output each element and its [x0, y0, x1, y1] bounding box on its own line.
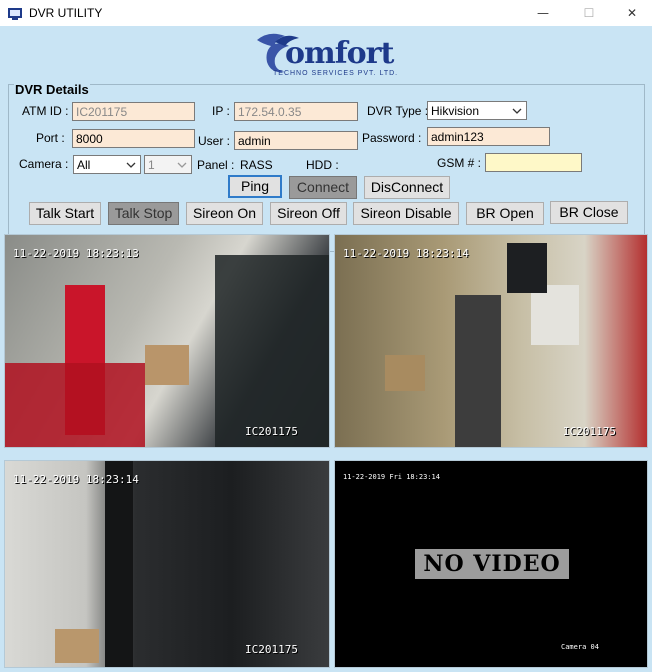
camera-dropdown[interactable]: All — [73, 155, 141, 174]
ping-button[interactable]: Ping — [228, 175, 282, 198]
glass-door-graphic — [215, 255, 329, 447]
minimize-icon: — — [537, 6, 549, 20]
user-label: User : — [198, 134, 231, 148]
cabinet-graphic — [531, 285, 579, 345]
siren-off-button[interactable]: Sireon Off — [270, 202, 347, 225]
atm-id-label: ATM ID : — [22, 104, 69, 118]
video-camera-id: IC201175 — [245, 643, 298, 656]
maximize-icon: ☐ — [583, 6, 595, 20]
chevron-down-icon — [126, 162, 136, 168]
client-area: omfort TECHNO SERVICES PVT. LTD. DVR Det… — [0, 26, 652, 672]
chevron-down-icon — [512, 108, 522, 114]
gsm-label: GSM # : — [437, 156, 482, 170]
dvr-type-dropdown[interactable]: Hikvision — [427, 101, 527, 120]
dvr-type-value: Hikvision — [431, 104, 480, 118]
br-open-button[interactable]: BR Open — [466, 202, 544, 225]
camera-channel-dropdown[interactable]: 1 — [144, 155, 192, 174]
password-label: Password : — [362, 131, 422, 145]
app-icon — [8, 8, 22, 20]
port-field[interactable]: 8000 — [72, 129, 195, 148]
siren-on-button[interactable]: Sireon On — [186, 202, 263, 225]
ip-field[interactable]: 172.54.0.35 — [234, 102, 358, 121]
video-feed-1[interactable]: 11-22-2019 18:23:13 IC201175 — [4, 234, 330, 448]
atm-id-field[interactable]: IC201175 — [72, 102, 195, 121]
hdd-label: HDD : — [306, 158, 339, 172]
talk-stop-button[interactable]: Talk Stop — [108, 202, 179, 225]
window-title: DVR UTILITY — [29, 6, 103, 20]
video-timestamp: 11-22-2019 Fri 18:23:14 — [343, 473, 440, 481]
video-timestamp: 11-22-2019 18:23:14 — [343, 247, 469, 260]
connect-button[interactable]: Connect — [289, 176, 357, 199]
video-camera-label: Camera 04 — [561, 643, 599, 651]
panel-value: RASS — [240, 158, 273, 172]
user-field[interactable]: admin — [234, 131, 358, 150]
video-feed-4[interactable]: 11-22-2019 Fri 18:23:14 NO VIDEO Camera … — [334, 460, 648, 668]
logo-brand-text: omfort — [285, 36, 394, 71]
box-graphic — [145, 345, 189, 385]
video-timestamp: 11-22-2019 18:23:14 — [13, 473, 139, 486]
port-label: Port : — [36, 131, 65, 145]
br-close-button[interactable]: BR Close — [550, 201, 628, 224]
door-frame-graphic — [105, 461, 133, 667]
minimize-button[interactable]: — — [520, 0, 566, 26]
panel-label: Panel : — [197, 158, 235, 172]
logo-tagline: TECHNO SERVICES PVT. LTD. — [273, 70, 399, 77]
box-graphic — [385, 355, 425, 391]
close-button[interactable]: ✕ — [612, 0, 652, 26]
video-feed-2[interactable]: 11-22-2019 18:23:14 IC201175 — [334, 234, 648, 448]
video-feed-3[interactable]: 11-22-2019 18:23:14 IC201175 — [4, 460, 330, 668]
gsm-field[interactable] — [485, 153, 582, 172]
person-graphic — [455, 295, 501, 447]
siren-disable-button[interactable]: Sireon Disable — [353, 202, 459, 225]
chevron-down-icon — [177, 162, 187, 168]
company-logo: omfort TECHNO SERVICES PVT. LTD. — [255, 28, 405, 82]
camera-value: All — [77, 158, 91, 172]
disconnect-button[interactable]: DisConnect — [364, 176, 450, 199]
box-graphic — [55, 629, 99, 663]
ups-graphic — [507, 243, 547, 293]
no-video-label: NO VIDEO — [415, 549, 569, 579]
talk-start-button[interactable]: Talk Start — [29, 202, 101, 225]
camera-channel-value: 1 — [148, 158, 155, 172]
ip-label: IP : — [212, 104, 230, 118]
title-bar: DVR UTILITY — ☐ ✕ — [0, 0, 652, 26]
maximize-button[interactable]: ☐ — [566, 0, 612, 26]
close-icon: ✕ — [626, 6, 638, 20]
floor-red-graphic — [5, 363, 145, 447]
dvr-type-label: DVR Type : — [367, 104, 429, 118]
video-camera-id: IC201175 — [563, 425, 616, 438]
video-camera-id: IC201175 — [245, 425, 298, 438]
dvr-details-title: DVR Details — [14, 82, 90, 97]
password-field[interactable]: admin123 — [427, 127, 550, 146]
camera-label: Camera : — [19, 157, 69, 171]
video-timestamp: 11-22-2019 18:23:13 — [13, 247, 139, 260]
